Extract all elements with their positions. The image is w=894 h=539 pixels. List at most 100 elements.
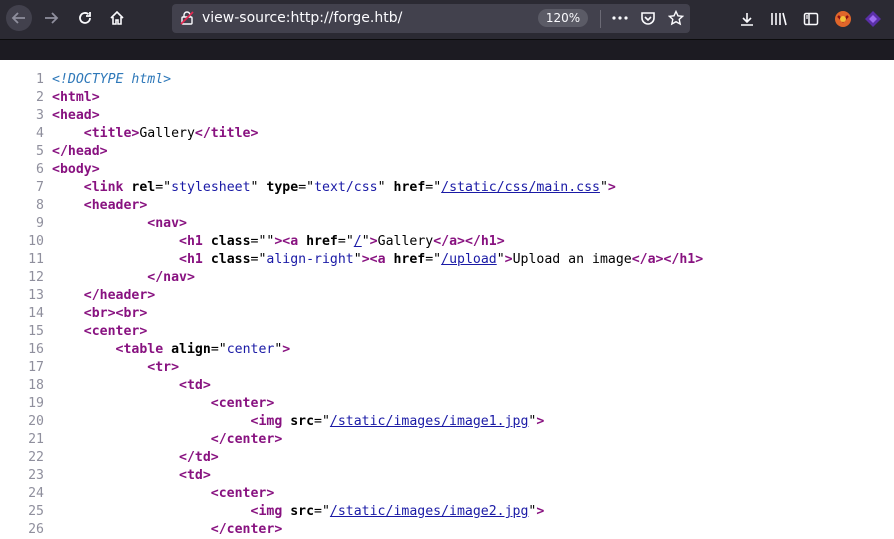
source-line: 5 </head> [0,143,894,161]
source-code: <td> [44,467,211,485]
source-token: src [290,504,315,519]
source-token: src [290,414,315,429]
sidebar-icon[interactable] [800,8,822,30]
source-token: <body> [52,162,100,177]
source-token: <html> [52,90,100,105]
bookmark-star-icon[interactable] [666,8,686,28]
source-code: </head> [44,143,108,161]
source-code: <img src="/static/images/image1.jpg"> [44,413,545,431]
source-line: 8 <header> [0,197,894,215]
line-number: 23 [28,468,44,483]
urlbar-divider [600,10,601,28]
pocket-icon[interactable] [638,8,658,28]
source-token: </center> [210,432,283,447]
zoom-level-badge[interactable]: 120% [538,9,588,27]
source-token: <head> [52,108,100,123]
line-number: 5 [36,144,44,159]
source-code: <head> [44,107,100,125]
source-token: </a></h1> [631,252,704,267]
source-token: class [210,252,251,267]
source-token: " [377,180,394,195]
line-number: 4 [36,126,44,141]
source-token: <title> [83,126,140,141]
library-icon[interactable] [768,8,790,30]
source-token: Upload an image [512,252,632,267]
source-token [52,414,251,429]
source-token: <nav> [147,216,187,231]
source-token: " [496,252,505,267]
source-code: <center> [44,395,275,413]
extension-icon[interactable] [832,8,854,30]
source-token [52,180,84,195]
source-token [52,522,211,537]
source-line: 4 <title>Gallery</title> [0,125,894,143]
source-link[interactable]: / [354,234,362,249]
source-token: =" [314,414,330,429]
source-line: 18 <td> [0,377,894,395]
extension-icon[interactable] [862,8,884,30]
source-token [52,234,179,249]
source-token: " [250,180,267,195]
source-link[interactable]: /static/images/image1.jpg [330,414,529,429]
source-token: <link [83,180,132,195]
line-number: 8 [36,198,44,213]
source-token: text/css [314,180,378,195]
source-line: 25 <img src="/static/images/image2.jpg"> [0,503,894,521]
toolbar-bottom-strip [0,40,894,60]
line-number: 2 [36,90,44,105]
source-token: </nav> [147,270,195,285]
source-token: <center> [210,486,275,501]
source-code: <!DOCTYPE html> [44,71,171,89]
source-token: <td> [179,378,211,393]
source-token: =" [298,180,315,195]
source-token: </title> [194,126,259,141]
source-link[interactable]: /upload [441,252,497,267]
source-token: rel [131,180,156,195]
line-number: 19 [28,396,44,411]
source-line: 22 </td> [0,449,894,467]
insecure-lock-icon[interactable] [180,11,194,25]
line-number: 17 [28,360,44,375]
source-token: </a></h1> [433,234,505,249]
source-link[interactable]: /static/css/main.css [441,180,600,195]
back-button[interactable] [6,5,32,31]
page-source-view: 1 <!DOCTYPE html> 2 <html> 3 <head> 4 <title>G… [0,71,894,539]
downloads-icon[interactable] [736,8,758,30]
source-token: </center> [210,522,283,537]
line-number: 9 [36,216,44,231]
line-number: 13 [28,288,44,303]
source-line: 6 <body> [0,161,894,179]
source-code: </nav> [44,269,195,287]
source-token: =" [314,504,330,519]
source-code: <table align="center"> [44,341,291,359]
line-number: 10 [28,234,44,249]
source-token: </head> [52,144,108,159]
source-code: </center> [44,431,282,449]
source-token: <center> [210,396,275,411]
url-text[interactable]: view-source:http://forge.htb/ [202,10,402,26]
home-button[interactable] [104,5,130,31]
source-code: <nav> [44,215,187,233]
line-number: 16 [28,342,44,357]
source-token [52,432,211,447]
source-line: 1 <!DOCTYPE html> [0,71,894,89]
forward-button[interactable] [38,5,64,31]
source-line: 9 <nav> [0,215,894,233]
source-token: <td> [179,468,211,483]
reload-icon [79,12,91,24]
source-link[interactable]: /static/images/image2.jpg [330,504,529,519]
reload-button[interactable] [72,5,98,31]
source-token: <h1 [179,252,211,267]
address-bar[interactable]: view-source:http://forge.htb/ 120% [172,4,690,33]
source-token [52,198,84,213]
page-actions-icon[interactable] [610,8,630,28]
line-number: 18 [28,378,44,393]
source-code: <tr> [44,359,179,377]
source-token: align [171,342,211,357]
source-code: <center> [44,323,148,341]
source-token [52,450,179,465]
source-code: <link rel="stylesheet" type="text/css" h… [44,179,616,197]
source-token [52,504,251,519]
source-token: center [226,342,275,357]
source-line: 24 <center> [0,485,894,503]
